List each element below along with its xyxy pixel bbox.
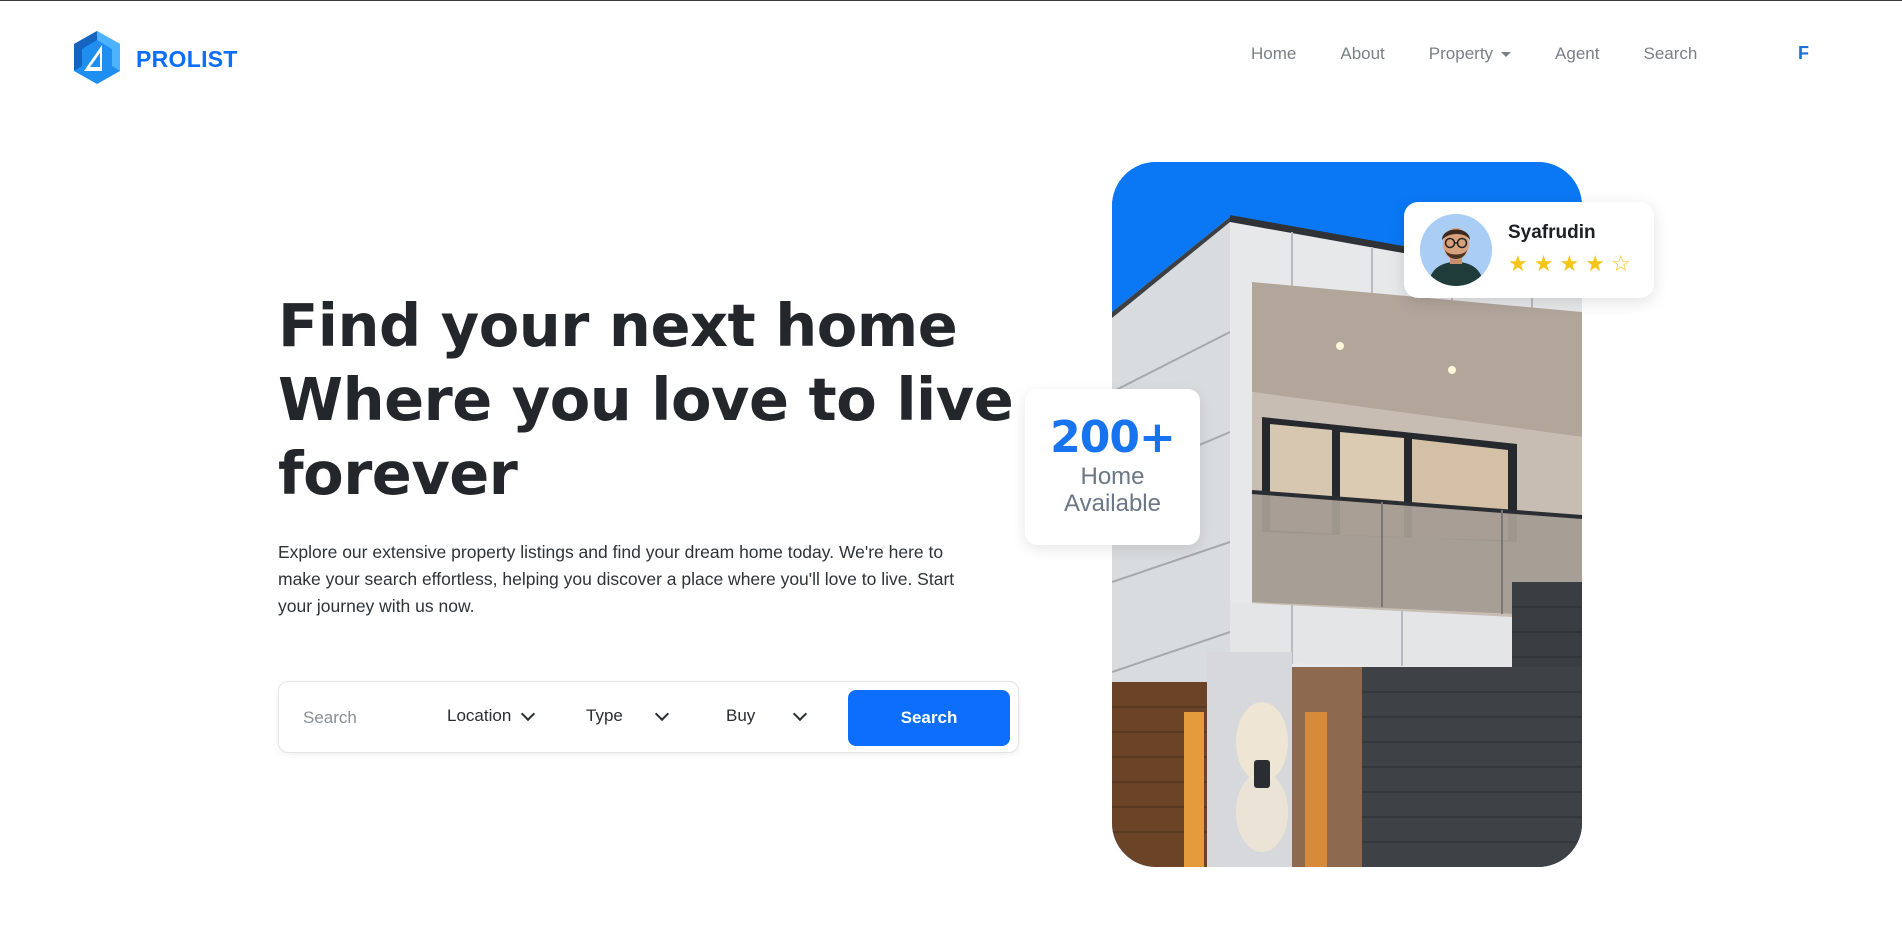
hero-title-line-3: forever: [278, 439, 518, 508]
location-select[interactable]: Location: [447, 706, 536, 726]
nav-menu: Home About Property Agent Search: [1251, 44, 1741, 64]
nav-property-dropdown[interactable]: Property: [1428, 44, 1512, 64]
buy-select[interactable]: Buy: [726, 706, 808, 726]
chevron-down-icon: [793, 706, 808, 721]
star-filled-icon: ★: [1559, 252, 1580, 277]
nav-property-label: Property: [1428, 44, 1494, 63]
hero-title: Find your next home Where you love to li…: [278, 289, 1038, 511]
agent-avatar: [1420, 214, 1492, 286]
type-select[interactable]: Type: [586, 706, 669, 726]
agent-name: Syafrudin: [1508, 222, 1596, 243]
search-button[interactable]: Search: [848, 690, 1010, 746]
buy-select-label: Buy: [726, 706, 756, 725]
nav-about-link[interactable]: About: [1340, 44, 1384, 64]
cube-logo-icon: [72, 29, 122, 89]
star-filled-icon: ★: [1508, 252, 1528, 277]
nav-agent-link[interactable]: Agent: [1555, 44, 1599, 64]
caret-down-icon: [1501, 51, 1512, 57]
nav-home-link[interactable]: Home: [1251, 44, 1296, 64]
hero-title-line-2: Where you love to live: [278, 365, 1014, 434]
agent-rating-card[interactable]: Syafrudin ★ ★ ★ ★ ☆: [1404, 202, 1654, 298]
star-filled-icon: ★: [1533, 252, 1554, 277]
hero-title-line-1: Find your next home: [278, 291, 958, 360]
homes-available-label-line-1: Home: [1080, 463, 1145, 490]
homes-available-card: 200+ Home Available: [1025, 389, 1200, 545]
agent-rating-stars: ★ ★ ★ ★ ☆: [1508, 254, 1631, 276]
type-select-label: Type: [586, 706, 623, 725]
navbar: PROLIST Home About Property Agent Search…: [0, 1, 1902, 111]
homes-available-label-line-2: Available: [1064, 490, 1161, 517]
hero-description: Explore our extensive property listings …: [278, 542, 955, 616]
nav-f-link[interactable]: F: [1798, 43, 1809, 64]
location-select-label: Location: [447, 706, 512, 725]
star-filled-icon: ★: [1585, 252, 1605, 277]
nav-search-link[interactable]: Search: [1643, 44, 1697, 64]
chevron-down-icon: [654, 706, 669, 721]
search-input[interactable]: [301, 704, 425, 732]
brand[interactable]: PROLIST: [72, 29, 238, 89]
chevron-down-icon: [521, 706, 536, 721]
brand-name: PROLIST: [136, 45, 238, 72]
star-outline-icon: ☆: [1610, 252, 1631, 277]
homes-available-count: 200+: [1050, 412, 1176, 463]
search-bar: Location Type Buy Search: [278, 681, 1019, 753]
